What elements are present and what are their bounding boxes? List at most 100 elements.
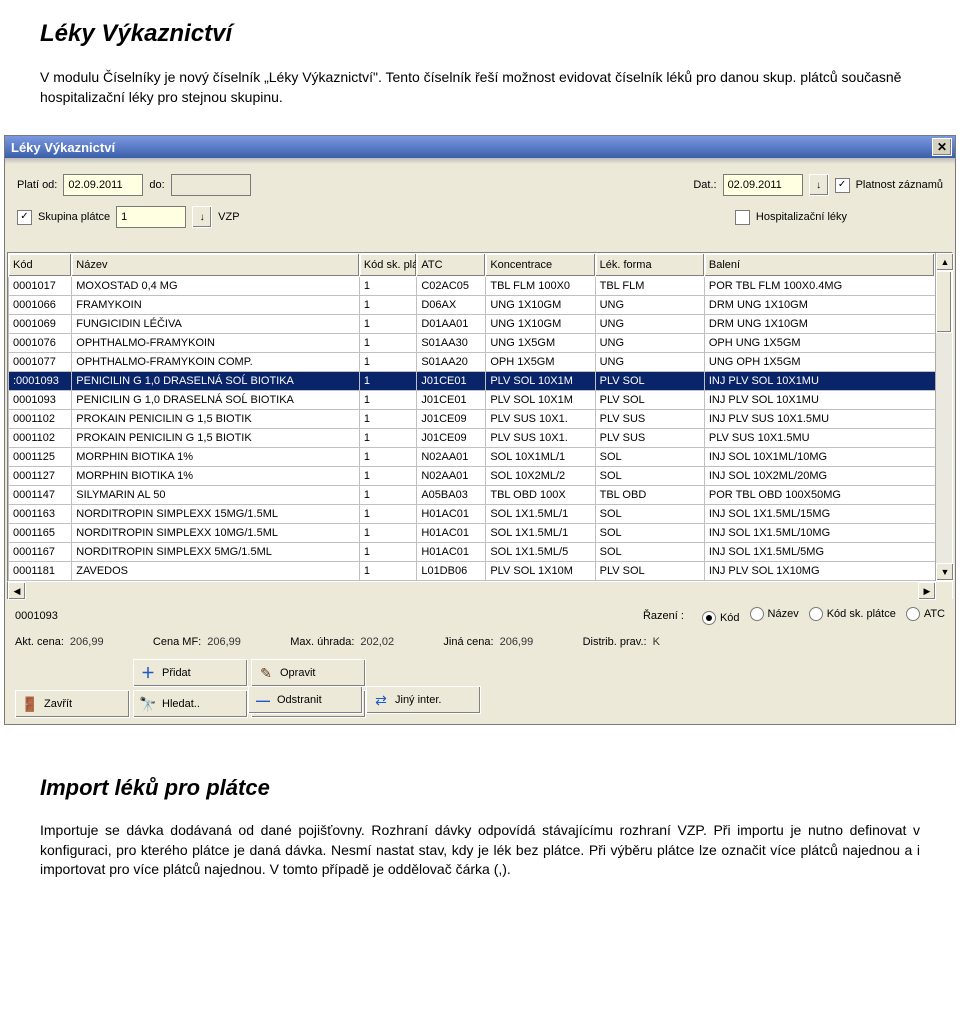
vertical-scrollbar[interactable]: ▲ ▼ (935, 253, 952, 581)
table-cell: OPHTHALMO-FRAMYKOIN COMP. (72, 353, 360, 372)
table-row[interactable]: 0001066FRAMYKOIN1D06AXUNG 1X10GMUNGDRM U… (9, 296, 935, 315)
table-cell: PROKAIN PENICILIN G 1,5 BIOTIK (72, 429, 360, 448)
table-cell: OPH 1X5GM (486, 353, 595, 372)
data-grid[interactable]: KódNázevKód sk. plátATCKoncentraceLék. f… (7, 252, 953, 582)
scroll-up-icon[interactable]: ▲ (936, 253, 954, 271)
scroll-right-icon[interactable]: ▶ (918, 582, 936, 600)
pridat-button[interactable]: ＋Přidat (133, 659, 248, 687)
table-row[interactable]: 0001069FUNGICIDIN LÉČIVA1D01AA01UNG 1X10… (9, 315, 935, 334)
skupina-input[interactable] (116, 206, 186, 228)
opravit-button[interactable]: ✎Opravit (251, 659, 366, 687)
table-cell: UNG OPH 1X5GM (704, 353, 934, 372)
column-header[interactable]: Koncentrace (486, 254, 595, 277)
sort-radio[interactable] (750, 607, 764, 621)
table-cell: S01AA20 (417, 353, 486, 372)
jinyinter-label: Jiný inter. (395, 694, 441, 706)
column-header[interactable]: Kód sk. plát (359, 254, 417, 277)
column-header[interactable]: ATC (417, 254, 486, 277)
platnost-checkbox[interactable] (835, 178, 850, 193)
skupina-checkbox[interactable] (17, 210, 32, 225)
sort-row: 0001093 Řazení : KódNázevKód sk. plátceA… (5, 599, 955, 627)
table-row[interactable]: 0001102PROKAIN PENICILIN G 1,5 BIOTIK1J0… (9, 429, 935, 448)
table-cell: PLV SUS 10X1. (486, 429, 595, 448)
table-cell: UNG (595, 315, 704, 334)
close-icon[interactable]: ✕ (932, 138, 952, 156)
horizontal-scrollbar[interactable]: ◀ ▶ (7, 582, 953, 599)
table-cell: PLV SOL 10X1M (486, 391, 595, 410)
table-cell: N02AA01 (417, 467, 486, 486)
table-cell: 0001069 (9, 315, 72, 334)
odstranit-label: Odstranit (277, 694, 322, 706)
table-cell: UNG 1X10GM (486, 296, 595, 315)
price-row: Akt. cena:206,99 Cena MF:206,99 Max. úhr… (5, 627, 955, 651)
sort-radio[interactable] (906, 607, 920, 621)
table-cell: 0001163 (9, 505, 72, 524)
table-cell: A05BA03 (417, 486, 486, 505)
table-cell: J01CE09 (417, 429, 486, 448)
column-header[interactable]: Název (72, 254, 360, 277)
date-down-button[interactable]: ↓ (809, 174, 829, 196)
table-cell: UNG (595, 334, 704, 353)
table-cell: 0001093 (9, 391, 72, 410)
cena-mf-label: Cena MF: (153, 636, 201, 648)
table-cell: INJ SOL 1X1.5ML/5MG (704, 543, 934, 562)
table-cell: FUNGICIDIN LÉČIVA (72, 315, 360, 334)
table-cell: PENICILIN G 1,0 DRASELNÁ SOĹ BIOTIKA (72, 391, 360, 410)
column-header[interactable]: Kód (9, 254, 72, 277)
sort-radio[interactable] (702, 611, 716, 625)
table-cell: 1 (359, 372, 417, 391)
table-cell: SOL 10X1ML/1 (486, 448, 595, 467)
table-cell: OPH UNG 1X5GM (704, 334, 934, 353)
table-cell: INJ PLV SOL 1X10MG (704, 562, 934, 581)
table-row[interactable]: 0001077OPHTHALMO-FRAMYKOIN COMP.1S01AA20… (9, 353, 935, 372)
table-row[interactable]: 0001102PROKAIN PENICILIN G 1,5 BIOTIK1J0… (9, 410, 935, 429)
dat-label: Dat.: (693, 179, 716, 191)
sort-radio[interactable] (809, 607, 823, 621)
arrows-icon: ⇄ (373, 692, 389, 708)
table-row[interactable]: 0001017MOXOSTAD 0,4 MG1C02AC05TBL FLM 10… (9, 277, 935, 296)
scroll-thumb[interactable] (936, 271, 952, 333)
doc-paragraph-1: V modulu Číselníky je nový číselník „Lék… (40, 68, 920, 107)
table-row[interactable]: 0001127MORPHIN BIOTIKA 1%1N02AA01SOL 10X… (9, 467, 935, 486)
jinyinter-button[interactable]: ⇄ Jiný inter. (366, 686, 481, 714)
dat-input[interactable] (723, 174, 803, 196)
table-cell: 0001102 (9, 429, 72, 448)
minus-icon: — (255, 692, 271, 708)
opravit-label: Opravit (280, 667, 315, 679)
table-cell: INJ SOL 10X1ML/10MG (704, 448, 934, 467)
zavrit-button[interactable]: 🚪Zavřít (15, 690, 130, 718)
doc-title: Léky Výkaznictví (40, 20, 920, 48)
table-row[interactable]: 0001181ZAVEDOS1L01DB06PLV SOL 1X10MPLV S… (9, 562, 935, 581)
table-cell: PLV SOL 10X1M (486, 372, 595, 391)
column-header[interactable]: Balení (704, 254, 934, 277)
table-row[interactable]: 0001167NORDITROPIN SIMPLEXX 5MG/1.5ML1H0… (9, 543, 935, 562)
table-cell: 1 (359, 334, 417, 353)
table-cell: INJ PLV SUS 10X1.5MU (704, 410, 934, 429)
scroll-left-icon[interactable]: ◀ (8, 582, 26, 600)
table-cell: D01AA01 (417, 315, 486, 334)
plati-od-input[interactable] (63, 174, 143, 196)
table-cell: J01CE01 (417, 372, 486, 391)
akt-cena-label: Akt. cena: (15, 636, 64, 648)
do-input[interactable] (171, 174, 251, 196)
table-cell: SOL 1X1.5ML/1 (486, 505, 595, 524)
scroll-down-icon[interactable]: ▼ (936, 563, 954, 581)
table-cell: SOL (595, 505, 704, 524)
table-row[interactable]: :0001093PENICILIN G 1,0 DRASELNÁ SOĹ BIO… (9, 372, 935, 391)
table-cell: 1 (359, 429, 417, 448)
odstranit-button[interactable]: — Odstranit (248, 686, 363, 714)
table-cell: DRM UNG 1X10GM (704, 296, 934, 315)
table-row[interactable]: 0001163NORDITROPIN SIMPLEXX 15MG/1.5ML1H… (9, 505, 935, 524)
table-cell: INJ SOL 10X2ML/20MG (704, 467, 934, 486)
table-row[interactable]: 0001165NORDITROPIN SIMPLEXX 10MG/1.5ML1H… (9, 524, 935, 543)
table-row[interactable]: 0001093PENICILIN G 1,0 DRASELNÁ SOĹ BIOT… (9, 391, 935, 410)
hosp-checkbox[interactable] (735, 210, 750, 225)
table-cell: 1 (359, 315, 417, 334)
table-cell: PLV SOL (595, 391, 704, 410)
table-row[interactable]: 0001125MORPHIN BIOTIKA 1%1N02AA01SOL 10X… (9, 448, 935, 467)
table-row[interactable]: 0001076OPHTHALMO-FRAMYKOIN1S01AA30UNG 1X… (9, 334, 935, 353)
titlebar[interactable]: Léky Výkaznictví ✕ (5, 136, 955, 158)
skupina-down-button[interactable]: ↓ (192, 206, 212, 228)
table-row[interactable]: 0001147SILYMARIN AL 501A05BA03TBL OBD 10… (9, 486, 935, 505)
column-header[interactable]: Lék. forma (595, 254, 704, 277)
